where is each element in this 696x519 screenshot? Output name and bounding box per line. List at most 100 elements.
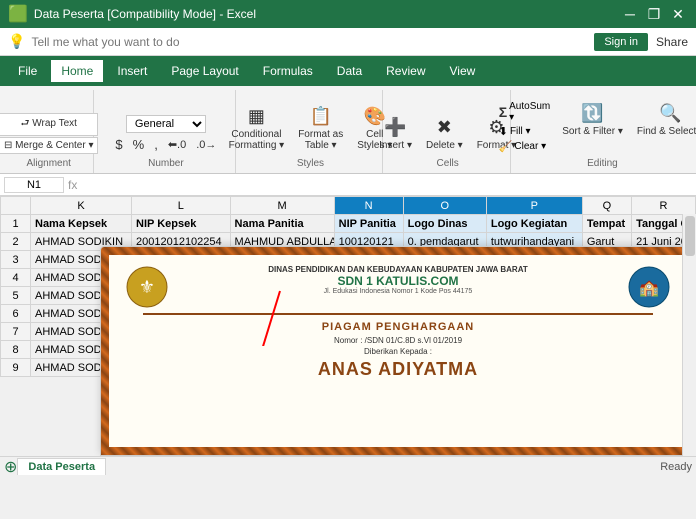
certificate-preview: ⚜ DINAS PENDIDIKAN DAN KEBUDAYAAN KABUPA… [100,246,696,456]
header-row: 1 Nama Kepsek NIP Kepsek Nama Panitia NI… [1,215,696,233]
cell-reference-input[interactable] [4,177,64,193]
row-num-5: 5 [1,287,31,305]
decrease-decimal-button[interactable]: ⬅.0 [164,136,190,153]
col-l[interactable]: L [132,197,231,215]
col-p[interactable]: P [486,197,582,215]
row-num-3: 3 [1,251,31,269]
col-o[interactable]: O [403,197,486,215]
percent-button[interactable]: % [129,135,149,154]
styles-group: ▦ ConditionalFormatting ▾ 📋 Format asTab… [238,90,383,173]
row-num-7: 7 [1,323,31,341]
cell-l1[interactable]: NIP Kepsek [132,215,231,233]
sort-icon: 🔃 [581,103,603,124]
row-num-6: 6 [1,305,31,323]
wrap-text-button[interactable]: ⮐ Wrap Text [0,113,98,136]
cell-n1[interactable]: NIP Panitia [334,215,403,233]
formula-bar: fx [0,174,696,196]
find-select-button[interactable]: 🔍 Find & Select ▾ [632,100,696,140]
scroll-thumb[interactable] [685,216,695,256]
increase-decimal-button[interactable]: .0→ [192,137,220,153]
formula-input[interactable] [81,179,692,191]
cert-recipient-name: ANAS ADIYATMA [318,359,478,380]
minimize-btn[interactable]: ─ [620,4,640,24]
close-btn[interactable]: ✕ [668,4,688,24]
row-num-9: 9 [1,359,31,377]
cert-address: Jl. Edukasi Indonesia Nomor 1 Kode Pos 4… [179,288,617,295]
ribbon-tabs: File Home Insert Page Layout Formulas Da… [0,56,696,86]
title-bar: 🟩 Data Peserta [Compatibility Mode] - Ex… [0,0,696,28]
ribbon: ⮐ Wrap Text ⊟ Merge & Center ▾ Alignment… [0,86,696,174]
restore-btn[interactable]: ❐ [644,4,664,24]
conditional-format-icon: ▦ [248,106,265,127]
vertical-scrollbar[interactable] [682,214,696,456]
merge-center-button[interactable]: ⊟ Merge & Center ▾ [0,137,98,154]
cert-org: DINAS PENDIDIKAN DAN KEBUDAYAAN KABUPATE… [179,265,617,295]
search-bar: 💡 Sign in Share [0,28,696,56]
cert-given: Diberikan Kepada : [364,347,432,356]
lightbulb-icon: 💡 [8,33,25,50]
comma-button[interactable]: , [150,135,162,154]
alignment-label: Alignment [26,158,70,169]
find-icon: 🔍 [659,103,681,124]
tab-formulas[interactable]: Formulas [253,60,323,82]
styles-label: Styles [297,158,324,169]
search-input[interactable] [31,35,331,49]
svg-text:🏫: 🏫 [639,280,659,297]
left-logo: ⚜ [125,265,169,309]
tab-file[interactable]: File [8,60,47,82]
editing-label: Editing [587,158,618,169]
formula-separator: fx [68,178,77,192]
window-title: Data Peserta [Compatibility Mode] - Exce… [34,7,256,21]
row-num-8: 8 [1,341,31,359]
fill-button[interactable]: ⬇Fill ▾ [496,124,534,139]
number-label: Number [148,158,184,169]
tab-review[interactable]: Review [376,60,435,82]
format-as-table-button[interactable]: 📋 Format asTable ▾ [293,103,348,154]
format-table-icon: 📋 [310,106,332,127]
col-r[interactable]: R [632,197,696,215]
clear-button[interactable]: 🧹Clear ▾ [496,139,549,154]
cell-q1[interactable]: Tempat [582,215,631,233]
cert-nomor: Nomor : /SDN 01/C.8D s.Vl 01/2019 [334,336,462,345]
corner-header [1,197,31,215]
col-q[interactable]: Q [582,197,631,215]
number-group: General Number Text $ % , ⬅.0 .0→ Number [96,90,236,173]
conditional-formatting-button[interactable]: ▦ ConditionalFormatting ▾ [224,103,290,154]
cell-o1[interactable]: Logo Dinas [403,215,486,233]
cell-p1[interactable]: Logo Kegiatan [486,215,582,233]
share-button[interactable]: Share [656,35,688,49]
cell-k1[interactable]: Nama Kepsek [31,215,132,233]
cells-label: Cells [437,158,459,169]
currency-button[interactable]: $ [111,135,126,154]
tab-home[interactable]: Home [51,60,103,82]
delete-button[interactable]: ✖ Delete ▾ [421,114,468,154]
add-sheet-button[interactable]: ⊕ [4,457,17,477]
cert-school: SDN 1 KATULIS.COM [179,274,617,288]
number-format-dropdown[interactable]: General Number Text [126,115,206,133]
cert-title: PIAGAM PENGHARGAAN [322,321,474,333]
tab-view[interactable]: View [440,60,486,82]
tab-data[interactable]: Data [327,60,372,82]
svg-text:⚜: ⚜ [139,277,155,297]
tab-page-layout[interactable]: Page Layout [161,60,248,82]
row-num-1: 1 [1,215,31,233]
spreadsheet-area: K L M N O P Q R 1 Nama Kepsek NIP Kepsek… [0,196,696,456]
sheet-tab-data-peserta[interactable]: Data Peserta [17,458,106,475]
col-m[interactable]: M [230,197,334,215]
autosum-button[interactable]: ΣAutoSum ▾ [496,100,554,124]
status-bar: Ready [660,461,692,473]
cell-m1[interactable]: Nama Panitia [230,215,334,233]
insert-button[interactable]: ➕ Insert ▾ [374,114,417,154]
sign-in-button[interactable]: Sign in [594,33,648,51]
insert-icon: ➕ [384,117,406,138]
right-logo: 🏫 [627,265,671,309]
delete-icon: ✖ [437,117,452,138]
row-num-4: 4 [1,269,31,287]
col-k[interactable]: K [31,197,132,215]
cells-group: ➕ Insert ▾ ✖ Delete ▾ ⚙ Format ▾ Cells [385,90,510,173]
col-n[interactable]: N [334,197,403,215]
tab-insert[interactable]: Insert [107,60,157,82]
cert-dept: DINAS PENDIDIKAN DAN KEBUDAYAAN KABUPATE… [179,265,617,274]
tab-bar: ⊕ Data Peserta Ready [0,456,696,476]
sort-filter-button[interactable]: 🔃 Sort & Filter ▾ [557,100,628,140]
